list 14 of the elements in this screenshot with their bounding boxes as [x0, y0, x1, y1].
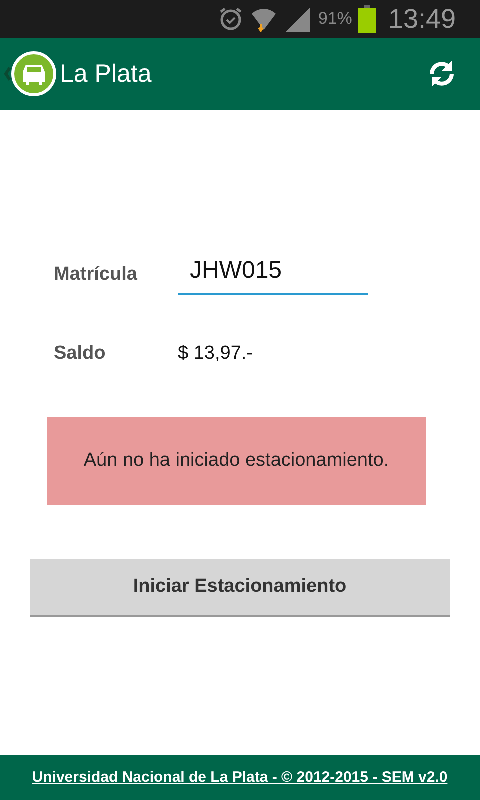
- alarm-icon: [218, 6, 244, 32]
- plate-label: Matrícula: [54, 264, 138, 286]
- clock: 13:49: [388, 4, 456, 34]
- wifi-icon: [250, 6, 278, 32]
- alert-message: Aún no ha iniciado estacionamiento.: [47, 417, 426, 505]
- footer-link[interactable]: Universidad Nacional de La Plata - © 2012-2015 - SEM v2.0: [32, 769, 448, 786]
- app-home-button[interactable]: La Plata: [4, 50, 152, 98]
- signal-icon: [284, 6, 312, 32]
- battery-percent: 91%: [318, 9, 352, 29]
- car-logo-icon: [4, 50, 56, 98]
- balance-label: Saldo: [54, 343, 107, 365]
- battery-icon: [358, 5, 376, 33]
- start-parking-button[interactable]: Iniciar Estacionamiento: [30, 559, 450, 617]
- balance-value: $ 13,97.-: [178, 343, 253, 365]
